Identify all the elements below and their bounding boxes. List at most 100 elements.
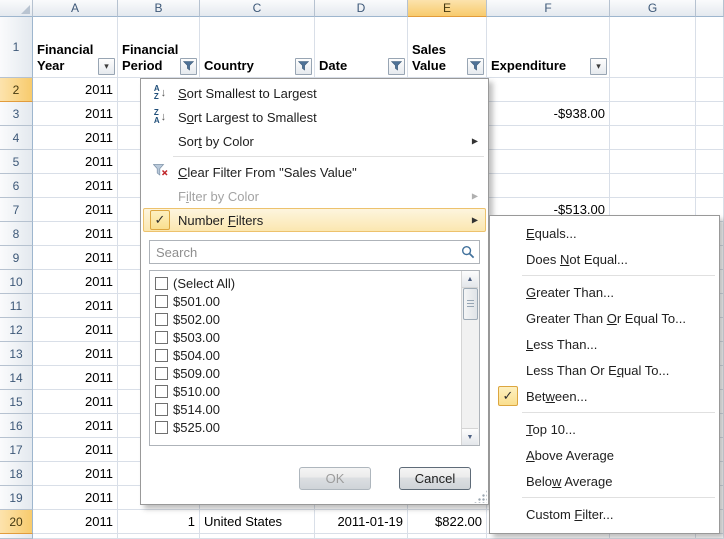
cell-F6[interactable] [487, 174, 610, 198]
submenu-item-does-not-equal[interactable]: Does Not Equal... [492, 246, 717, 272]
submenu-item-below-average[interactable]: Below Average [492, 468, 717, 494]
cell-A12[interactable]: 2011 [33, 318, 118, 342]
row-header-4[interactable]: 4 [0, 126, 33, 150]
menu-item-number-filters[interactable]: ✓Number Filters▶ [143, 208, 486, 232]
scrollbar[interactable]: ▲ ▼ [461, 271, 479, 445]
cell-A13[interactable]: 2011 [33, 342, 118, 366]
cell-C20[interactable]: United States [200, 510, 315, 534]
filter-value-item[interactable]: $509.00 [155, 364, 459, 382]
filter-button-D[interactable] [388, 58, 405, 75]
filter-button-F[interactable]: ▾ [590, 58, 607, 75]
filter-button-B[interactable] [180, 58, 197, 75]
cell-partial2[interactable] [696, 78, 724, 102]
header-cell-B[interactable]: Financial Period [118, 17, 200, 78]
checkbox-icon[interactable] [155, 403, 168, 416]
cell-G6[interactable] [610, 174, 696, 198]
cell-G3[interactable] [610, 102, 696, 126]
row-header-19[interactable]: 19 [0, 486, 33, 510]
filter-value-item[interactable]: $502.00 [155, 310, 459, 328]
cell-A14[interactable]: 2011 [33, 366, 118, 390]
row-header-18[interactable]: 18 [0, 462, 33, 486]
column-header-C[interactable]: C [200, 0, 315, 17]
cell-A2[interactable]: 2011 [33, 78, 118, 102]
cell-A20[interactable]: 2011 [33, 510, 118, 534]
column-header-E[interactable]: E [408, 0, 487, 17]
row-header-9[interactable]: 9 [0, 246, 33, 270]
cell-A17[interactable]: 2011 [33, 438, 118, 462]
header-cell-partial[interactable] [696, 17, 724, 78]
row-header-1[interactable]: 1 [0, 17, 33, 78]
row-header-15[interactable]: 15 [0, 390, 33, 414]
column-header-F[interactable]: F [487, 0, 610, 17]
header-cell-A[interactable]: Financial Year▾ [33, 17, 118, 78]
cell-partial4[interactable] [696, 126, 724, 150]
cell-G2[interactable] [610, 78, 696, 102]
row-header-14[interactable]: 14 [0, 366, 33, 390]
row-header-5[interactable]: 5 [0, 150, 33, 174]
row-header-11[interactable]: 11 [0, 294, 33, 318]
checkbox-icon[interactable] [155, 331, 168, 344]
filter-values-list[interactable]: (Select All)$501.00$502.00$503.00$504.00… [149, 270, 480, 446]
submenu-item-custom-filter[interactable]: Custom Filter... [492, 501, 717, 527]
submenu-item-greater-than-or-equal[interactable]: Greater Than Or Equal To... [492, 305, 717, 331]
filter-button-C[interactable] [295, 58, 312, 75]
menu-item-sort-by-color[interactable]: Sort by Color▶ [143, 129, 486, 153]
scroll-down-button[interactable]: ▼ [462, 428, 478, 445]
row-header-10[interactable]: 10 [0, 270, 33, 294]
cell-partial6[interactable] [696, 174, 724, 198]
submenu-item-between[interactable]: ✓Between... [492, 383, 717, 409]
submenu-item-less-than-or-equal[interactable]: Less Than Or Equal To... [492, 357, 717, 383]
submenu-item-top-10[interactable]: Top 10... [492, 416, 717, 442]
cell-F5[interactable] [487, 150, 610, 174]
ok-button[interactable]: OK [299, 467, 371, 490]
row-header-13[interactable]: 13 [0, 342, 33, 366]
cell-A16[interactable]: 2011 [33, 414, 118, 438]
cell-A19[interactable]: 2011 [33, 486, 118, 510]
cell-F3[interactable]: -$938.00 [487, 102, 610, 126]
submenu-item-greater-than[interactable]: Greater Than... [492, 279, 717, 305]
checkbox-icon[interactable] [155, 313, 168, 326]
cell-A18[interactable]: 2011 [33, 462, 118, 486]
checkbox-icon[interactable] [155, 421, 168, 434]
filter-value-item[interactable]: $501.00 [155, 292, 459, 310]
cell-G4[interactable] [610, 126, 696, 150]
row-header-17[interactable]: 17 [0, 438, 33, 462]
header-cell-E[interactable]: Sales Value [408, 17, 487, 78]
filter-button-A[interactable]: ▾ [98, 58, 115, 75]
checkbox-icon[interactable] [155, 295, 168, 308]
submenu-item-above-average[interactable]: Above Average [492, 442, 717, 468]
row-header-3[interactable]: 3 [0, 102, 33, 126]
cell-partial5[interactable] [696, 150, 724, 174]
row-header-12[interactable]: 12 [0, 318, 33, 342]
header-cell-C[interactable]: Country [200, 17, 315, 78]
row-header-20[interactable]: 20 [0, 510, 33, 534]
cell-A9[interactable]: 2011 [33, 246, 118, 270]
checkbox-icon[interactable] [155, 349, 168, 362]
row-header-7[interactable]: 7 [0, 198, 33, 222]
cell-partial3[interactable] [696, 102, 724, 126]
filter-button-E[interactable] [467, 58, 484, 75]
filter-value-item[interactable]: $525.00 [155, 418, 459, 436]
filter-value-item[interactable]: $503.00 [155, 328, 459, 346]
resize-grip[interactable] [474, 490, 487, 503]
row-header-16[interactable]: 16 [0, 414, 33, 438]
row-header-2[interactable]: 2 [0, 78, 33, 102]
filter-value-item[interactable]: $514.00 [155, 400, 459, 418]
header-cell-F[interactable]: Expenditure▾ [487, 17, 610, 78]
filter-value-item[interactable]: (Select All) [155, 274, 459, 292]
cell-A6[interactable]: 2011 [33, 174, 118, 198]
submenu-item-less-than[interactable]: Less Than... [492, 331, 717, 357]
cell-A7[interactable]: 2011 [33, 198, 118, 222]
checkbox-icon[interactable] [155, 277, 168, 290]
column-header-B[interactable]: B [118, 0, 200, 17]
column-header-A[interactable]: A [33, 0, 118, 17]
cell-A15[interactable]: 2011 [33, 390, 118, 414]
cell-G5[interactable] [610, 150, 696, 174]
checkbox-icon[interactable] [155, 367, 168, 380]
column-header-partial[interactable] [696, 0, 724, 17]
cell-A3[interactable]: 2011 [33, 102, 118, 126]
menu-item-clear-filter[interactable]: Clear Filter From "Sales Value" [143, 160, 486, 184]
cell-A4[interactable]: 2011 [33, 126, 118, 150]
scrollbar-thumb[interactable] [463, 288, 478, 320]
cell-A5[interactable]: 2011 [33, 150, 118, 174]
